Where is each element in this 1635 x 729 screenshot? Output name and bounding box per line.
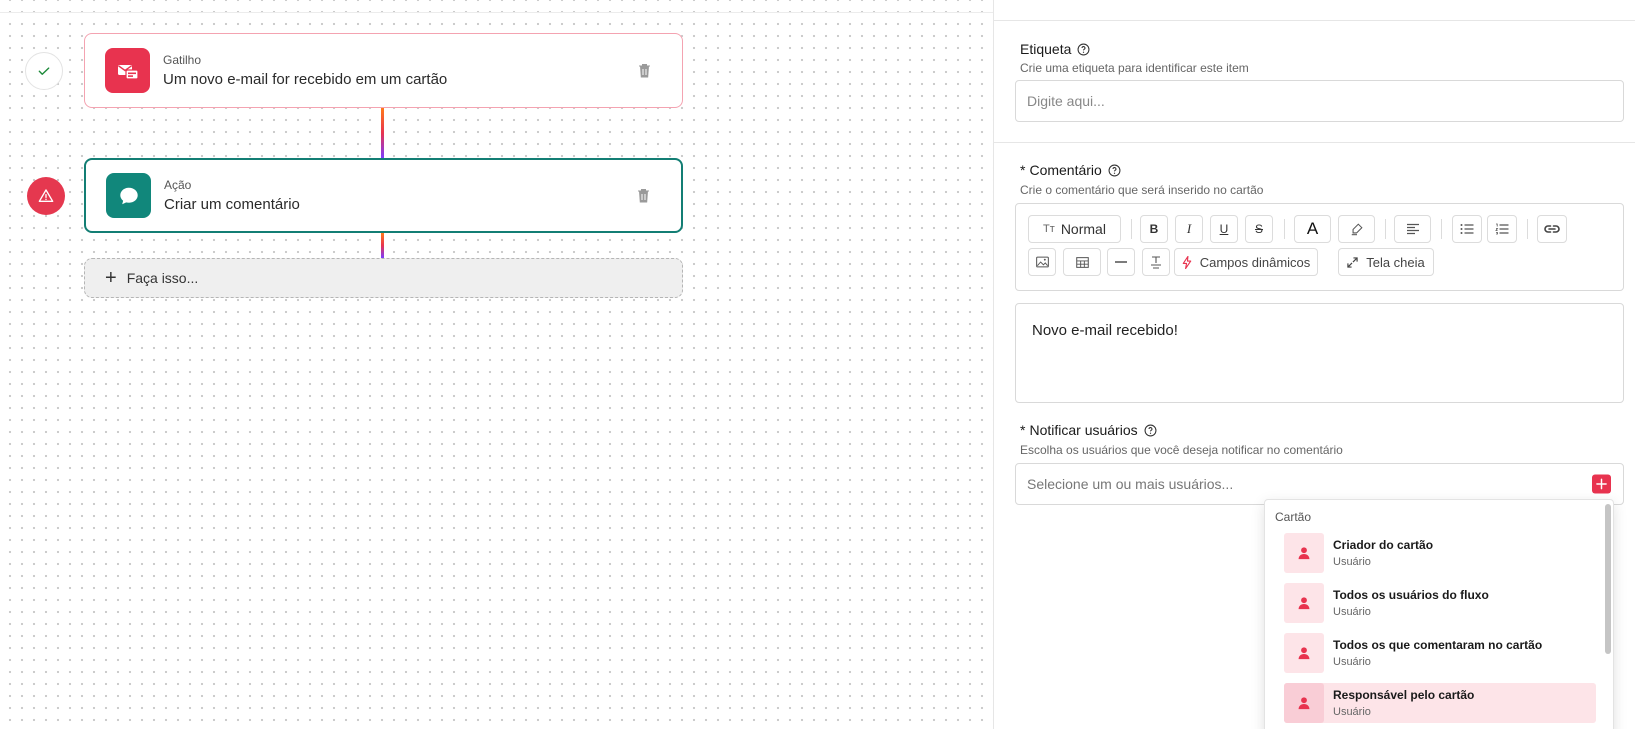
- plus-icon: [1596, 478, 1607, 490]
- link-button[interactable]: [1537, 215, 1567, 243]
- action-kind: Ação: [164, 177, 192, 192]
- highlighter-icon: [1351, 223, 1363, 236]
- trigger-node[interactable]: Gatilho Um novo e-mail for recebido em u…: [84, 33, 683, 108]
- email-card-icon: [105, 48, 150, 93]
- dropdown-scrollbar[interactable]: [1605, 504, 1611, 654]
- rich-text-toolbar: Tт Normal B I U S A Campos dinâmicos Tel…: [1015, 203, 1624, 291]
- toolbar-separator: [1527, 219, 1528, 239]
- image-button[interactable]: [1028, 248, 1056, 276]
- format-select-label: Normal: [1060, 221, 1106, 237]
- panel-divider: [994, 142, 1635, 143]
- add-step-button[interactable]: + Faça isso...: [84, 258, 683, 298]
- trigger-title: Um novo e-mail for recebido em um cartão: [163, 70, 448, 88]
- notificar-description: Escolha os usuários que você deseja noti…: [1020, 443, 1343, 457]
- option-type: Usuário: [1333, 605, 1371, 618]
- comentario-label: * Comentário: [1020, 162, 1121, 178]
- users-dropdown[interactable]: Cartão Criador do cartão Usuário Todos o…: [1264, 499, 1614, 729]
- dynamic-fields-button[interactable]: Campos dinâmicos: [1174, 248, 1318, 276]
- delete-trigger-trash-icon[interactable]: [636, 63, 652, 79]
- option-name: Todos os usuários do fluxo: [1333, 587, 1489, 602]
- help-icon[interactable]: [1077, 43, 1090, 56]
- user-icon: [1284, 533, 1324, 573]
- dropdown-option-highlighted[interactable]: Responsável pelo cartão Usuário: [1284, 683, 1596, 723]
- align-left-icon: [1406, 223, 1419, 235]
- fullscreen-label: Tela cheia: [1366, 254, 1425, 270]
- fullscreen-button[interactable]: Tela cheia: [1338, 248, 1434, 276]
- link-icon: [1544, 225, 1560, 233]
- expand-icon: [1347, 256, 1358, 268]
- user-icon: [1284, 583, 1324, 623]
- numbered-list-button[interactable]: [1487, 215, 1517, 243]
- user-icon: [1284, 633, 1324, 673]
- option-type: Usuário: [1333, 705, 1371, 718]
- italic-button[interactable]: I: [1175, 215, 1203, 243]
- comment-editor[interactable]: Novo e-mail recebido!: [1015, 303, 1624, 403]
- trigger-kind: Gatilho: [163, 52, 202, 67]
- panel-divider: [994, 20, 1635, 21]
- dynamic-fields-label: Campos dinâmicos: [1199, 254, 1311, 270]
- action-title: Criar um comentário: [164, 195, 300, 213]
- option-name: Criador do cartão: [1333, 537, 1434, 552]
- divider-button[interactable]: [1107, 248, 1135, 276]
- plus-icon: +: [105, 267, 117, 289]
- comment-icon: [106, 173, 151, 218]
- connector-line: [381, 233, 384, 258]
- toolbar-separator: [1441, 219, 1442, 239]
- table-button[interactable]: [1063, 248, 1101, 276]
- bullet-list-button[interactable]: [1452, 215, 1482, 243]
- option-name: Responsável pelo cartão: [1333, 687, 1475, 702]
- font-color-button[interactable]: A: [1294, 215, 1331, 243]
- comentario-description: Crie o comentário que será inserido no c…: [1020, 183, 1264, 197]
- dropdown-group-label: Cartão: [1275, 510, 1312, 524]
- notificar-label: * Notificar usuários: [1020, 422, 1157, 438]
- help-icon[interactable]: [1108, 164, 1121, 177]
- option-type: Usuário: [1333, 655, 1371, 668]
- user-icon: [1284, 683, 1324, 723]
- canvas-divider: [0, 12, 993, 13]
- dropdown-option[interactable]: Todos os que comentaram no cartão Usuári…: [1284, 633, 1596, 673]
- toolbar-separator: [1385, 219, 1386, 239]
- action-node[interactable]: Ação Criar um comentário: [84, 158, 683, 233]
- table-icon: [1075, 256, 1089, 268]
- connector-line: [381, 108, 384, 158]
- clear-format-icon: [1151, 255, 1161, 269]
- text-format-icon: Tт: [1043, 223, 1055, 235]
- option-name: Todos os que comentaram no cartão: [1333, 637, 1543, 652]
- action-warning-icon: [27, 177, 65, 215]
- workflow-canvas[interactable]: Gatilho Um novo e-mail for recebido em u…: [0, 0, 993, 729]
- config-panel: Etiqueta Crie uma etiqueta para identifi…: [993, 0, 1635, 729]
- users-select-placeholder: Selecione um ou mais usuários...: [1027, 476, 1234, 492]
- etiqueta-description: Crie uma etiqueta para identificar este …: [1020, 61, 1249, 75]
- underline-button[interactable]: U: [1210, 215, 1238, 243]
- etiqueta-label: Etiqueta: [1020, 41, 1090, 57]
- delete-action-trash-icon[interactable]: [635, 188, 651, 204]
- clear-format-button[interactable]: [1142, 248, 1170, 276]
- bold-button[interactable]: B: [1140, 215, 1168, 243]
- numbered-list-icon: [1495, 223, 1509, 235]
- format-select[interactable]: Tт Normal: [1028, 215, 1121, 243]
- bullet-list-icon: [1460, 224, 1474, 234]
- image-icon: [1035, 256, 1049, 268]
- lightning-icon: [1182, 255, 1191, 269]
- align-button[interactable]: [1394, 215, 1431, 243]
- dropdown-option[interactable]: Todos os usuários do fluxo Usuário: [1284, 583, 1596, 623]
- help-icon[interactable]: [1144, 424, 1157, 437]
- toolbar-separator: [1131, 219, 1132, 239]
- highlight-button[interactable]: [1338, 215, 1375, 243]
- trigger-status-check-icon: [25, 52, 63, 90]
- add-user-button[interactable]: [1592, 474, 1611, 494]
- add-step-label: Faça isso...: [126, 270, 199, 286]
- option-type: Usuário: [1333, 555, 1371, 568]
- horizontal-rule-icon: [1115, 261, 1127, 263]
- etiqueta-input[interactable]: Digite aqui...: [1015, 80, 1624, 122]
- strikethrough-button[interactable]: S: [1245, 215, 1273, 243]
- dropdown-option[interactable]: Criador do cartão Usuário: [1284, 533, 1596, 573]
- toolbar-separator: [1284, 219, 1285, 239]
